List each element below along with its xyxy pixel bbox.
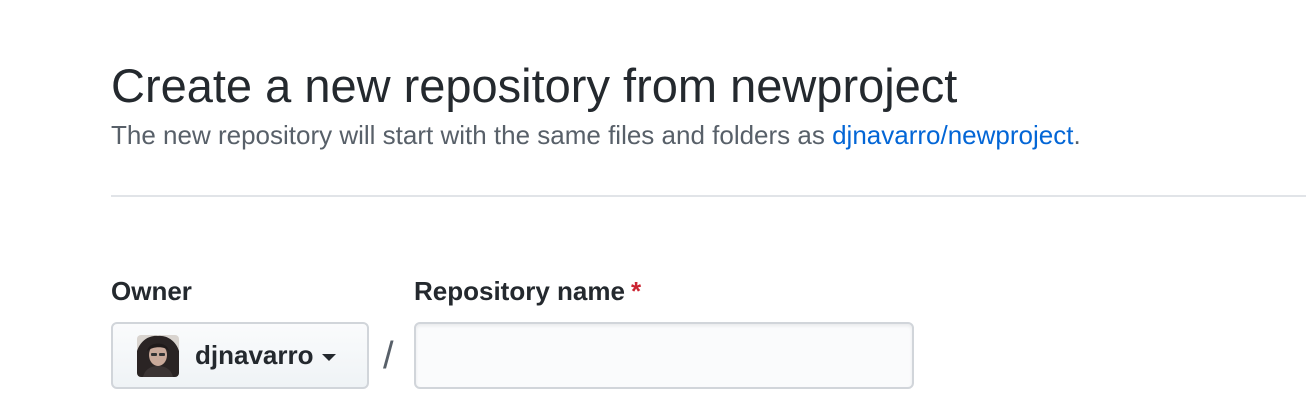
owner-name: djnavarro (195, 340, 314, 370)
header-divider (111, 195, 1306, 197)
required-marker: * (630, 276, 642, 306)
page-subtitle: The new repository will start with the s… (111, 118, 1306, 152)
owner-label: Owner (111, 273, 192, 309)
caret-down-icon (321, 354, 336, 361)
repo-name-label: Repository name * (414, 273, 641, 309)
owner-repo-separator: / (383, 335, 394, 377)
template-repo-link[interactable]: djnavarro/newproject (832, 120, 1073, 150)
repo-name-input[interactable] (414, 322, 914, 389)
owner-label-text: Owner (111, 276, 192, 306)
subtitle-text: The new repository will start with the s… (111, 120, 833, 150)
subtitle-period: . (1073, 120, 1081, 150)
user-avatar-icon (137, 334, 179, 377)
create-repo-page: Create a new repository from newproject … (0, 0, 1306, 408)
repo-name-label-text: Repository name (414, 276, 625, 306)
owner-select-button[interactable]: djnavarro (111, 322, 369, 389)
page-title: Create a new repository from newproject (111, 59, 958, 112)
page-header: Create a new repository from newproject … (111, 58, 1306, 152)
